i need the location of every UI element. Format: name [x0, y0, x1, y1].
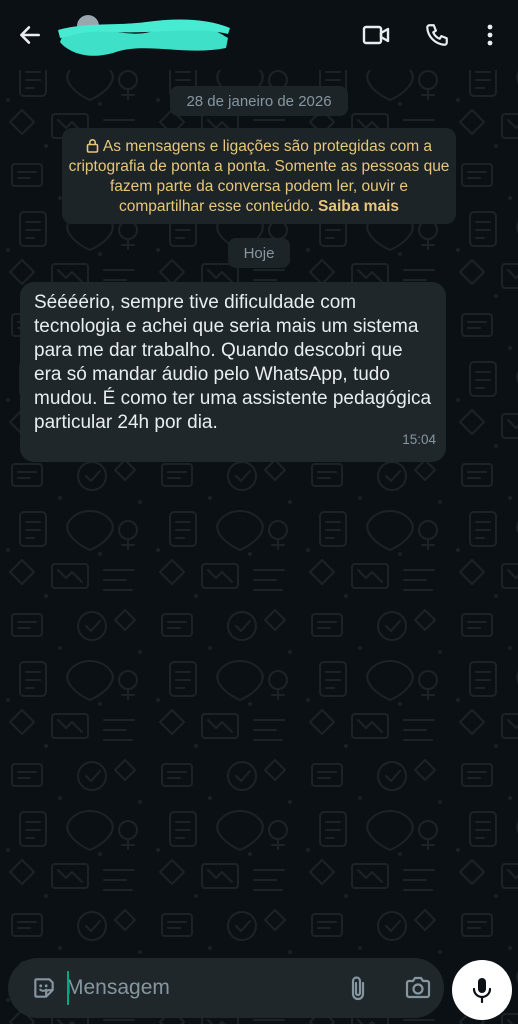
more-options-button[interactable] — [470, 12, 510, 58]
date-separator: 28 de janeiro de 2026 — [170, 86, 348, 116]
lock-icon — [86, 139, 99, 153]
message-input[interactable] — [66, 972, 334, 1004]
paperclip-icon — [351, 976, 365, 1001]
voice-message-button[interactable] — [452, 960, 512, 1020]
message-timestamp: 15:04 — [402, 432, 436, 447]
video-call-icon — [362, 25, 390, 45]
arrow-left-icon — [20, 26, 40, 44]
back-button[interactable] — [8, 12, 52, 58]
text-cursor — [67, 971, 69, 1005]
camera-icon — [405, 976, 431, 999]
sticker-button[interactable] — [22, 966, 66, 1010]
learn-more-link[interactable]: Saiba mais — [318, 198, 399, 215]
video-call-button[interactable] — [354, 12, 398, 58]
chat-messages-area[interactable]: 28 de janeiro de 2026 As mensagens e lig… — [0, 70, 518, 950]
camera-button[interactable] — [396, 966, 440, 1010]
chat-header — [0, 0, 518, 70]
message-text: Séééério, sempre tive dificuldade com te… — [34, 292, 432, 433]
microphone-icon — [472, 978, 492, 1004]
incoming-message-bubble[interactable]: Séééério, sempre tive dificuldade com te… — [20, 282, 446, 462]
more-vertical-icon — [487, 24, 493, 46]
today-separator: Hoje — [228, 238, 290, 268]
voice-call-button[interactable] — [415, 12, 459, 58]
voice-call-icon — [426, 24, 448, 46]
attach-button[interactable] — [338, 966, 378, 1010]
message-composer — [0, 950, 518, 1024]
message-input-pill[interactable] — [8, 958, 444, 1018]
encryption-notice[interactable]: As mensagens e ligações são protegidas c… — [62, 128, 456, 224]
sticker-icon — [34, 978, 54, 998]
contact-avatar-and-name-redacted[interactable] — [56, 12, 232, 56]
chat-screen: 28 de janeiro de 2026 As mensagens e lig… — [0, 0, 518, 1024]
